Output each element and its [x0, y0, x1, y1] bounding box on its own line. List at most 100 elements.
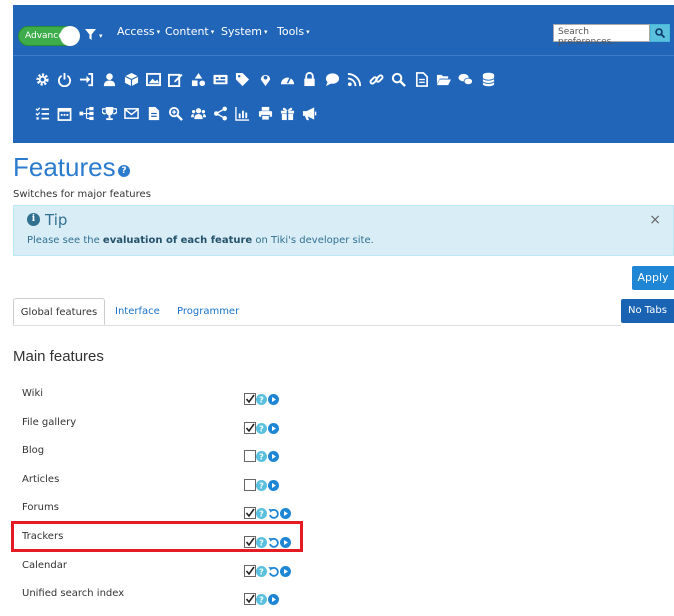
comments-icon[interactable] [455, 68, 477, 90]
admin-icons-row-2 [31, 101, 321, 125]
help-icon[interactable]: ? [118, 165, 130, 177]
envelope-icon[interactable] [120, 102, 142, 124]
help-icon[interactable]: ? [256, 590, 267, 606]
gear-icon[interactable] [31, 68, 53, 90]
play-circle-icon[interactable] [268, 476, 279, 491]
file-text-icon[interactable] [410, 68, 432, 90]
svg-text:?: ? [259, 453, 264, 462]
feature-checkbox[interactable] [244, 564, 256, 577]
image-icon[interactable] [142, 68, 164, 90]
feature-row: File gallery? [22, 417, 422, 445]
menu-tools[interactable]: Tools ▾ [277, 25, 310, 38]
users-icon[interactable] [187, 102, 209, 124]
play-circle-icon[interactable] [280, 562, 291, 577]
evaluation-link[interactable]: evaluation of each feature [103, 235, 252, 246]
play-circle-icon[interactable] [268, 390, 279, 405]
tag-icon[interactable] [232, 68, 254, 90]
help-icon[interactable]: ? [256, 447, 267, 463]
play-circle-icon[interactable] [280, 504, 291, 520]
filter-menu[interactable]: ▾ [85, 27, 103, 41]
filter-icon [85, 29, 96, 40]
page-title: Features [13, 152, 116, 182]
search-preferences-input[interactable]: Search preferences... [553, 24, 650, 47]
lock-icon[interactable] [299, 68, 321, 90]
power-icon[interactable] [53, 68, 75, 90]
feature-label: Unified search index [22, 588, 125, 600]
toggle-knob [60, 26, 80, 46]
admin-icons-row-1 [31, 67, 499, 91]
trophy-icon[interactable] [98, 102, 120, 124]
no-tabs-button[interactable]: No Tabs [621, 299, 674, 323]
link-icon[interactable] [365, 68, 387, 90]
tab-bar: Global features Interface Programmer [13, 298, 621, 326]
feature-row: Unified search index? [22, 588, 422, 616]
feature-checkbox[interactable] [244, 593, 256, 606]
reset-icon[interactable] [268, 504, 279, 520]
shapes-icon[interactable] [187, 68, 209, 90]
help-icon[interactable]: ? [256, 562, 267, 577]
menu-system[interactable]: System ▾ [221, 25, 268, 38]
tip-box: i Tip × Please see the evaluation of eac… [13, 205, 674, 256]
play-circle-icon[interactable] [268, 419, 279, 434]
feature-label: Blog [22, 445, 45, 457]
help-icon[interactable]: ? [256, 476, 267, 491]
help-icon[interactable]: ? [256, 504, 267, 520]
sign-in-icon[interactable] [76, 68, 98, 90]
share-icon[interactable] [209, 102, 231, 124]
menu-access[interactable]: Access ▾ [117, 25, 160, 38]
search-button[interactable] [650, 24, 670, 42]
feature-checkbox[interactable] [244, 507, 256, 520]
svg-text:?: ? [259, 396, 264, 405]
svg-text:?: ? [259, 424, 264, 433]
feature-checkbox[interactable] [244, 421, 256, 434]
sitemap-icon[interactable] [76, 102, 98, 124]
folder-open-icon[interactable] [432, 68, 454, 90]
page-subtitle: Switches for major features [13, 189, 151, 200]
feature-label: Wiki [22, 388, 44, 399]
keyboard-icon[interactable] [209, 68, 231, 90]
tab-programmer[interactable]: Programmer [177, 298, 239, 325]
cube-icon[interactable] [120, 68, 142, 90]
calendar-icon[interactable] [53, 102, 75, 124]
rss-icon[interactable] [343, 68, 365, 90]
feature-checkbox[interactable] [244, 393, 256, 405]
search-icon[interactable] [388, 68, 410, 90]
tab-interface[interactable]: Interface [115, 298, 160, 325]
advanced-mode-toggle[interactable]: Advanced [18, 26, 80, 46]
gift-icon[interactable] [276, 102, 298, 124]
help-icon[interactable]: ? [256, 419, 267, 434]
play-circle-icon[interactable] [268, 590, 279, 606]
feature-checkbox[interactable] [244, 450, 256, 463]
tab-global-features[interactable]: Global features [13, 298, 105, 325]
file-icon[interactable] [142, 102, 164, 124]
close-icon[interactable]: × [649, 212, 661, 228]
feature-row: Articles? [22, 474, 422, 502]
edit-icon[interactable] [165, 68, 187, 90]
apply-button[interactable]: Apply [632, 266, 674, 290]
tip-text: Please see the evaluation of each featur… [27, 235, 374, 246]
bullhorn-icon[interactable] [299, 102, 321, 124]
reset-icon[interactable] [268, 562, 279, 577]
map-marker-icon[interactable] [254, 68, 276, 90]
feature-label: Articles [22, 473, 60, 485]
user-icon[interactable] [98, 68, 120, 90]
feature-row: Wiki? [22, 388, 422, 416]
menu-row: Advanced ▾ Access ▾ Content ▾ System ▾ Tool… [13, 5, 674, 56]
feature-label: Forums [22, 502, 59, 514]
database-icon[interactable] [477, 68, 499, 90]
dashboard-icon[interactable] [276, 68, 298, 90]
info-icon: i [27, 213, 40, 226]
feature-row: Blog? [22, 445, 422, 473]
menu-content[interactable]: Content ▾ [165, 25, 214, 38]
comment-icon[interactable] [321, 68, 343, 90]
bar-chart-icon[interactable] [232, 102, 254, 124]
highlight-box [11, 521, 303, 552]
play-circle-icon[interactable] [268, 447, 279, 463]
help-icon[interactable]: ? [256, 390, 267, 405]
print-icon[interactable] [254, 102, 276, 124]
zoom-in-icon[interactable] [165, 102, 187, 124]
feature-label: File gallery [22, 416, 77, 428]
checklist-icon[interactable] [31, 102, 53, 124]
tip-title: Tip [45, 211, 68, 229]
feature-checkbox[interactable] [244, 478, 256, 491]
